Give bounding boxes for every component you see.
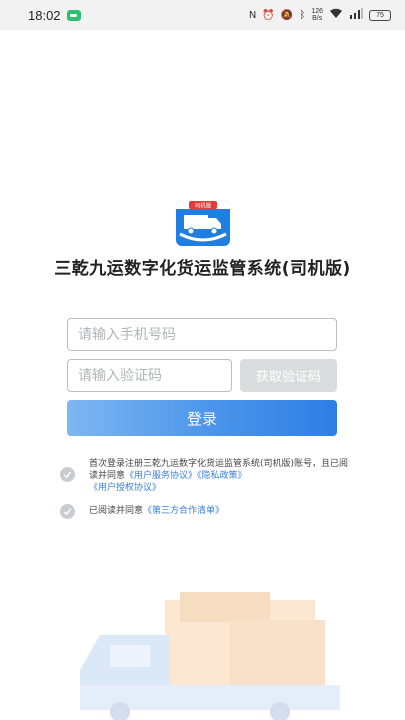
app-logo: 司机版	[176, 200, 230, 246]
agreement-text: 首次登录注册三乾九运数字化货运监管系统(司机版)账号，且已阅读并同意《用户服务协…	[89, 458, 349, 494]
check-icon	[63, 471, 72, 479]
wifi-icon	[329, 8, 343, 22]
third-party-list-link[interactable]: 《第三方合作清单》	[143, 506, 224, 516]
net-speed-value: 126	[311, 8, 323, 15]
signal-icon	[349, 8, 363, 22]
battery-icon: 75	[369, 9, 391, 21]
bluetooth-icon: ᛒ	[299, 9, 306, 21]
truck-illustration	[80, 590, 340, 720]
check-icon	[63, 508, 72, 516]
net-speed-unit: B/s	[312, 15, 323, 22]
status-icons: N ⏰ 🔕 ᛒ 126 B/s 75	[249, 8, 391, 22]
status-bar: 18:02 N ⏰ 🔕 ᛒ 126 B/s 75	[0, 0, 405, 30]
mute-icon: 🔕	[280, 9, 294, 21]
privacy-policy-link[interactable]: 《隐私政策》	[197, 471, 247, 481]
logo-badge-text: 司机版	[195, 202, 212, 210]
app-title: 三乾九运数字化货运监管系统(司机版)	[54, 259, 351, 279]
agreement-checkbox[interactable]	[60, 467, 75, 482]
phone-input[interactable]	[67, 318, 337, 351]
service-agreement-link[interactable]: 《用户服务协议》	[125, 471, 197, 481]
verification-code-input[interactable]	[67, 359, 232, 392]
status-time: 18:02	[28, 7, 61, 23]
login-button[interactable]: 登录	[67, 400, 337, 436]
alarm-icon: ⏰	[262, 9, 275, 21]
user-authorization-link[interactable]: 《用户授权协议》	[89, 483, 161, 493]
third-party-checkbox[interactable]	[60, 504, 75, 519]
get-code-button[interactable]: 获取验证码	[240, 359, 337, 392]
nfc-icon: N	[248, 9, 257, 21]
network-speed: 126 B/s	[311, 8, 323, 22]
third-party-prefix: 已阅读并同意	[89, 506, 144, 516]
third-party-text: 已阅读并同意《第三方合作清单》	[89, 505, 349, 517]
chat-notification-icon	[66, 9, 81, 21]
